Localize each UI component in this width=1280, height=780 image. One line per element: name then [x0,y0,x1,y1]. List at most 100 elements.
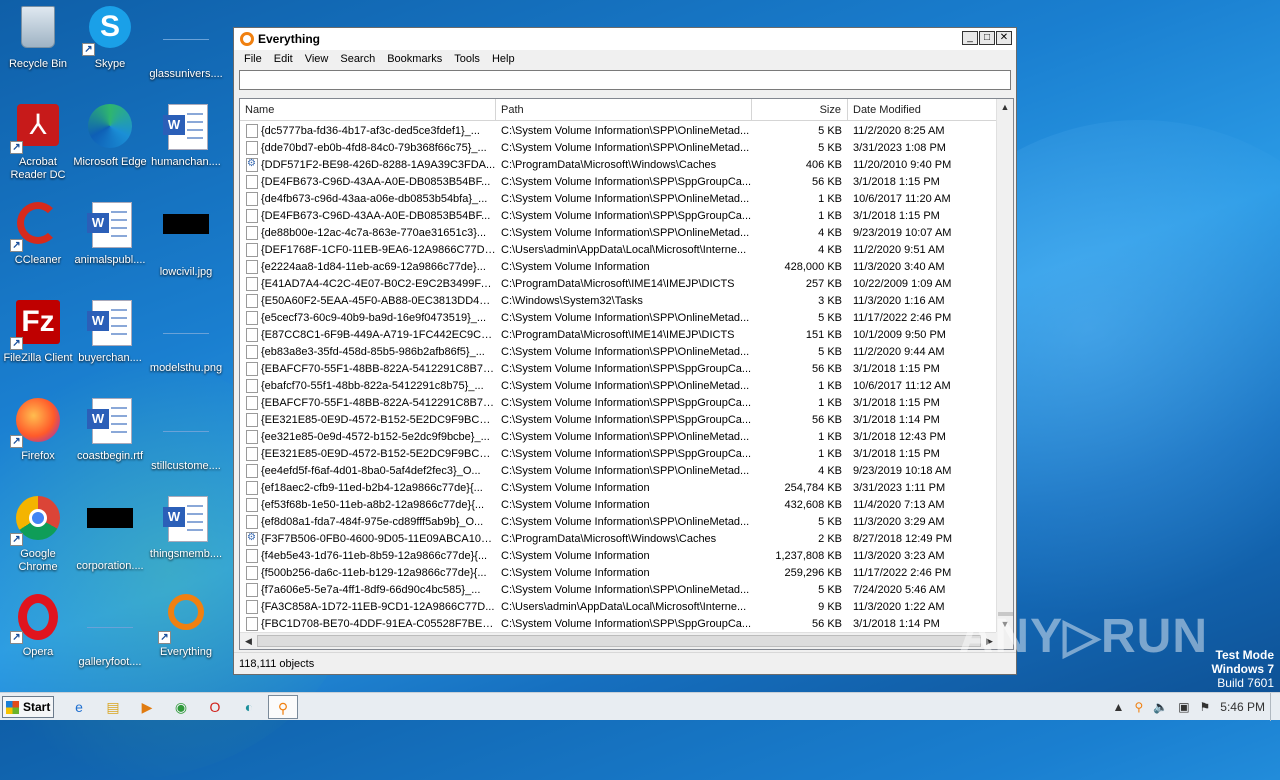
desktop-icon[interactable]: Fz ↗ FileZilla Client [0,296,76,388]
table-row[interactable]: {e2224aa8-1d84-11eb-ac69-12a9866c77de}..… [240,258,998,275]
chrome-taskbar-icon[interactable]: ◉ [166,695,196,719]
scroll-left-arrow[interactable]: ◀ [240,633,257,649]
desktop-icon[interactable]: Wthingsmemb.... [148,492,224,584]
everything-taskbar-icon[interactable]: ⚲ [268,695,298,719]
menu-tools[interactable]: Tools [448,53,486,65]
desktop-icon[interactable]: galleryfoot.... [72,590,148,682]
desktop-icon-label: Skype [94,58,126,70]
explorer-taskbar-icon[interactable]: ▤ [98,695,128,719]
action-center-flag-icon[interactable]: ⚑ [1200,700,1211,714]
table-row[interactable]: {e5cecf73-60c9-40b9-ba9d-16e9f0473519}_.… [240,309,998,326]
close-button[interactable]: ✕ [996,31,1012,45]
network-icon[interactable]: ▣ [1178,700,1189,714]
cell-date: 10/6/2017 11:20 AM [853,192,951,205]
column-path-header[interactable]: Path [496,99,752,121]
table-row[interactable]: {de4fb673-c96d-43aa-a06e-db0853b54bfa}_.… [240,190,998,207]
desktop-icon[interactable]: Microsoft Edge [72,100,148,192]
desktop-icon[interactable]: stillcustome.... [148,394,224,486]
desktop-icon[interactable]: modelsthu.png [148,296,224,388]
column-size-header[interactable]: Size [752,99,848,121]
menu-file[interactable]: File [238,53,268,65]
table-row[interactable]: {E41AD7A4-4C2C-4E07-B0C2-E9C2B3499FA... C… [240,275,998,292]
opera-icon: ↗ [10,594,62,644]
table-row[interactable]: {EE321E85-0E9D-4572-B152-5E2DC9F9BCBE...… [240,411,998,428]
desktop-icon[interactable]: glassunivers.... [148,2,224,94]
table-row[interactable]: {FA3C858A-1D72-11EB-9CD1-12A9866C77D... C… [240,598,998,615]
horizontal-scrollbar[interactable]: ◀ ▶ [240,632,998,649]
menu-help[interactable]: Help [486,53,521,65]
desktop-icon[interactable]: corporation.... [72,492,148,584]
table-row[interactable]: {ee4efd5f-f6af-4d01-8ba0-5af4def2fec3}_O… [240,462,998,479]
show-hidden-icons-icon[interactable]: ▲ [1113,700,1125,714]
table-row[interactable]: {EBAFCF70-55F1-48BB-822A-5412291C8B75...… [240,394,998,411]
desktop-icon[interactable]: S ↗ Skype [72,2,148,94]
scroll-up-arrow[interactable]: ▲ [997,99,1013,116]
table-row[interactable]: {ebafcf70-55f1-48bb-822a-5412291c8b75}_.… [240,377,998,394]
menu-edit[interactable]: Edit [268,53,299,65]
desktop-icon[interactable]: Wbuyerchan.... [72,296,148,388]
show-desktop-button[interactable] [1270,693,1280,721]
search-input[interactable] [239,70,1011,90]
edge-taskbar-icon[interactable]: ◐ [234,695,264,719]
table-row[interactable]: {EE321E85-0E9D-4572-B152-5E2DC9F9BCBE...… [240,445,998,462]
vertical-scrollbar[interactable]: ▲ ▼ [996,99,1013,633]
cell-path: C:\System Volume Information [501,260,650,273]
start-button[interactable]: Start [2,696,54,718]
table-row[interactable]: {ef18aec2-cfb9-11ed-b2b4-12a9866c77de}{.… [240,479,998,496]
table-row[interactable]: {E87CC8C1-6F9B-449A-A719-1FC442EC9CB... C… [240,326,998,343]
cell-date: 11/2/2020 9:44 AM [853,345,945,358]
table-row[interactable]: {dde70bd7-eb0b-4fd8-84c0-79b368f66c75}_.… [240,139,998,156]
volume-icon[interactable]: 🔈 [1153,700,1168,714]
results-list[interactable]: Name Path Size Date Modified {dc5777ba-f… [239,98,1014,650]
media-player-taskbar-icon[interactable]: ▶ [132,695,162,719]
desktop-icon[interactable]: lowcivil.jpg [148,198,224,290]
table-row[interactable]: {eb83a8e3-35fd-458d-85b5-986b2afb86f5}_.… [240,343,998,360]
everything-tray-icon[interactable]: ⚲ [1134,700,1143,714]
ie-taskbar-icon[interactable]: e [64,695,94,719]
table-row[interactable]: {FBC1D708-BE70-4DDF-91EA-C05528F7BECB...… [240,615,998,632]
table-row[interactable]: {DEF1768F-1CF0-11EB-9EA6-12A9866C77DE...… [240,241,998,258]
table-row[interactable]: {de88b00e-12ac-4c7a-863e-770ae31651c3}..… [240,224,998,241]
table-row[interactable]: {f7a606e5-5e7a-4ff1-8df9-66d90c4bc585}_.… [240,581,998,598]
desktop-icon[interactable]: Wanimalspubl.... [72,198,148,290]
system-tray: ▲ ⚲ 🔈 ▣ ⚑ 5:46 PM [1108,693,1280,721]
table-row[interactable]: {ef8d08a1-fda7-484f-975e-cd89fff5ab9b}_O… [240,513,998,530]
minimize-button[interactable]: _ [962,31,978,45]
desktop-icon[interactable]: Whumanchan.... [148,100,224,192]
table-row[interactable]: {dc5777ba-fd36-4b17-af3c-ded5ce3fdef1}_.… [240,122,998,139]
blank-file-icon [162,16,210,64]
desktop-icon[interactable]: ↗ Google Chrome [0,492,76,584]
cell-path: C:\ProgramData\Microsoft\IME14\IMEJP\DIC… [501,328,735,341]
table-row[interactable]: {DE4FB673-C96D-43AA-A0E-DB0853B54BF... C:… [240,173,998,190]
desktop-icon[interactable]: ↗ Everything [148,590,224,682]
column-date-header[interactable]: Date Modified [848,99,998,121]
table-row[interactable]: {EBAFCF70-55F1-48BB-822A-5412291C8B75...… [240,360,998,377]
title-bar[interactable]: Everything _ □ ✕ [234,28,1016,50]
horizontal-scroll-thumb[interactable] [257,635,981,647]
file-icon [246,548,258,563]
desktop-icon[interactable]: Wcoastbegin.rtf [72,394,148,486]
desktop-icon[interactable]: ↗ CCleaner [0,198,76,290]
clock[interactable]: 5:46 PM [1220,700,1265,714]
desktop-icon[interactable]: Recycle Bin [0,2,76,94]
table-row[interactable]: {DDF571F2-BE98-426D-8288-1A9A39C3FDA... C… [240,156,998,173]
table-row[interactable]: {F3F7B506-0FB0-4600-9D05-11E09ABCA102...… [240,530,998,547]
cell-date: 8/27/2018 12:49 PM [853,532,953,545]
menu-search[interactable]: Search [334,53,381,65]
maximize-button[interactable]: □ [979,31,995,45]
shortcut-arrow-icon: ↗ [10,239,23,252]
column-name-header[interactable]: Name [240,99,496,121]
opera-taskbar-icon[interactable]: O [200,695,230,719]
table-row[interactable]: {ef53f68b-1e50-11eb-a8b2-12a9866c77de}{.… [240,496,998,513]
table-row[interactable]: {E50A60F2-5EAA-45F0-AB88-0EC3813DD4AB} C:… [240,292,998,309]
menu-view[interactable]: View [299,53,335,65]
desktop-icon[interactable]: ⅄ ↗ Acrobat Reader DC [0,100,76,192]
table-row[interactable]: {f4eb5e43-1d76-11eb-8b59-12a9866c77de}{.… [240,547,998,564]
file-name: {de4fb673-c96d-43aa-a06e-db0853b54bfa}_.… [261,192,488,205]
menu-bookmarks[interactable]: Bookmarks [381,53,448,65]
table-row[interactable]: {DE4FB673-C96D-43AA-A0E-DB0853B54BF... C:… [240,207,998,224]
desktop-icon[interactable]: ↗ Firefox [0,394,76,486]
desktop-icon[interactable]: ↗ Opera [0,590,76,682]
table-row[interactable]: {ee321e85-0e9d-4572-b152-5e2dc9f9bcbe}_.… [240,428,998,445]
table-row[interactable]: {f500b256-da6c-11eb-b129-12a9866c77de}{.… [240,564,998,581]
